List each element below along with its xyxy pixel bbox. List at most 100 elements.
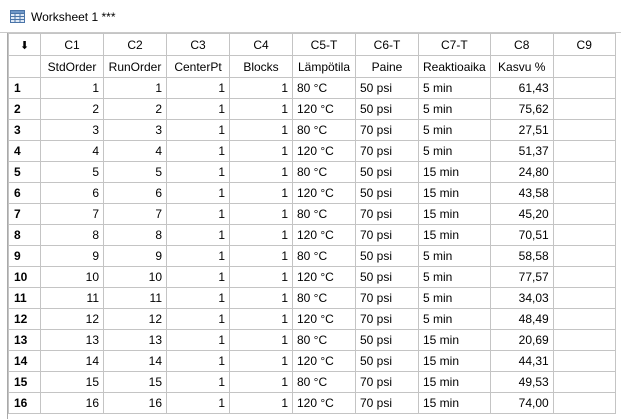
data-cell[interactable]: 1 bbox=[166, 224, 230, 246]
worksheet-title-bar[interactable]: Worksheet 1 *** bbox=[0, 0, 621, 33]
row-number-header[interactable]: 15 bbox=[8, 371, 41, 393]
data-cell[interactable]: 15 min bbox=[418, 392, 491, 414]
column-id-header[interactable]: C5-T bbox=[292, 33, 356, 56]
data-cell[interactable]: 1 bbox=[229, 77, 293, 99]
data-cell[interactable]: 80 °C bbox=[292, 119, 356, 141]
data-cell[interactable]: 5 bbox=[40, 161, 104, 183]
data-cell[interactable]: 50 psi bbox=[355, 98, 419, 120]
data-cell[interactable]: 14 bbox=[103, 350, 167, 372]
data-cell[interactable]: 9 bbox=[103, 245, 167, 267]
column-id-header[interactable]: C2 bbox=[103, 33, 167, 56]
data-cell[interactable]: 120 °C bbox=[292, 350, 356, 372]
data-cell[interactable]: 1 bbox=[166, 161, 230, 183]
row-number-header[interactable]: 5 bbox=[8, 161, 41, 183]
data-cell[interactable]: 15 min bbox=[418, 371, 491, 393]
column-id-header[interactable]: C3 bbox=[166, 33, 230, 56]
column-name-header[interactable]: RunOrder bbox=[103, 55, 167, 78]
column-id-header[interactable]: C7-T bbox=[418, 33, 491, 56]
data-cell[interactable]: 50 psi bbox=[355, 182, 419, 204]
data-cell[interactable]: 1 bbox=[229, 119, 293, 141]
row-number-header[interactable]: 9 bbox=[8, 245, 41, 267]
data-cell[interactable]: 1 bbox=[166, 371, 230, 393]
data-cell[interactable]: 1 bbox=[166, 392, 230, 414]
data-cell[interactable] bbox=[552, 161, 616, 183]
data-cell[interactable]: 80 °C bbox=[292, 77, 356, 99]
data-cell[interactable]: 9 bbox=[40, 245, 104, 267]
data-cell[interactable]: 2 bbox=[40, 98, 104, 120]
data-cell[interactable]: 1 bbox=[166, 182, 230, 204]
data-cell[interactable]: 77,57 bbox=[489, 266, 554, 288]
data-cell[interactable]: 12 bbox=[103, 308, 167, 330]
data-cell[interactable]: 1 bbox=[166, 266, 230, 288]
data-cell[interactable]: 7 bbox=[40, 203, 104, 225]
column-id-header[interactable]: C1 bbox=[40, 33, 104, 56]
data-cell[interactable]: 10 bbox=[103, 266, 167, 288]
data-cell[interactable]: 120 °C bbox=[292, 392, 356, 414]
data-cell[interactable]: 3 bbox=[40, 119, 104, 141]
data-cell[interactable]: 1 bbox=[166, 119, 230, 141]
row-number-header[interactable]: 4 bbox=[8, 140, 41, 162]
data-cell[interactable]: 5 min bbox=[418, 140, 491, 162]
data-cell[interactable]: 70 psi bbox=[355, 392, 419, 414]
data-cell[interactable]: 13 bbox=[103, 329, 167, 351]
data-cell[interactable]: 5 min bbox=[418, 308, 491, 330]
data-cell[interactable]: 5 min bbox=[418, 245, 491, 267]
data-cell[interactable]: 15 min bbox=[418, 329, 491, 351]
data-cell[interactable]: 1 bbox=[229, 329, 293, 351]
data-cell[interactable]: 50 psi bbox=[355, 77, 419, 99]
row-number-header[interactable]: 7 bbox=[8, 203, 41, 225]
data-cell[interactable]: 80 °C bbox=[292, 287, 356, 309]
data-cell[interactable]: 1 bbox=[229, 371, 293, 393]
column-name-header[interactable]: Blocks bbox=[229, 55, 293, 78]
data-cell[interactable]: 50 psi bbox=[355, 245, 419, 267]
data-cell[interactable]: 70 psi bbox=[355, 371, 419, 393]
data-cell[interactable]: 4 bbox=[103, 140, 167, 162]
row-number-header[interactable]: 8 bbox=[8, 224, 41, 246]
data-cell[interactable] bbox=[552, 308, 616, 330]
data-cell[interactable]: 45,20 bbox=[489, 203, 554, 225]
data-cell[interactable]: 1 bbox=[166, 203, 230, 225]
data-cell[interactable]: 1 bbox=[166, 308, 230, 330]
row-number-header[interactable]: 2 bbox=[8, 98, 41, 120]
row-number-header[interactable]: 3 bbox=[8, 119, 41, 141]
data-cell[interactable] bbox=[552, 119, 616, 141]
data-cell[interactable]: 80 °C bbox=[292, 161, 356, 183]
data-cell[interactable]: 6 bbox=[103, 182, 167, 204]
data-cell[interactable]: 70 psi bbox=[355, 308, 419, 330]
data-cell[interactable]: 80 °C bbox=[292, 203, 356, 225]
data-cell[interactable]: 5 min bbox=[418, 77, 491, 99]
column-name-header[interactable] bbox=[552, 55, 616, 78]
data-cell[interactable]: 4 bbox=[40, 140, 104, 162]
data-cell[interactable]: 80 °C bbox=[292, 371, 356, 393]
data-cell[interactable]: 75,62 bbox=[489, 98, 554, 120]
data-cell[interactable]: 15 bbox=[103, 371, 167, 393]
data-cell[interactable]: 51,37 bbox=[489, 140, 554, 162]
data-cell[interactable]: 70 psi bbox=[355, 140, 419, 162]
row-number-header[interactable]: 14 bbox=[8, 350, 41, 372]
data-cell[interactable]: 34,03 bbox=[489, 287, 554, 309]
data-cell[interactable]: 58,58 bbox=[489, 245, 554, 267]
data-cell[interactable] bbox=[552, 182, 616, 204]
data-cell[interactable]: 120 °C bbox=[292, 308, 356, 330]
data-cell[interactable]: 70 psi bbox=[355, 224, 419, 246]
data-cell[interactable]: 10 bbox=[40, 266, 104, 288]
data-cell[interactable]: 1 bbox=[40, 77, 104, 99]
column-name-header[interactable]: Kasvu % bbox=[489, 55, 554, 78]
data-cell[interactable]: 20,69 bbox=[489, 329, 554, 351]
data-cell[interactable]: 120 °C bbox=[292, 266, 356, 288]
data-cell[interactable]: 80 °C bbox=[292, 245, 356, 267]
data-cell[interactable]: 120 °C bbox=[292, 140, 356, 162]
data-cell[interactable]: 7 bbox=[103, 203, 167, 225]
data-cell[interactable]: 1 bbox=[166, 77, 230, 99]
data-cell[interactable]: 16 bbox=[40, 392, 104, 414]
column-name-header[interactable]: Paine bbox=[355, 55, 419, 78]
row-number-header[interactable]: 11 bbox=[8, 287, 41, 309]
data-cell[interactable]: 61,43 bbox=[489, 77, 554, 99]
data-cell[interactable] bbox=[552, 329, 616, 351]
row-number-header[interactable]: 1 bbox=[8, 77, 41, 99]
data-cell[interactable]: 43,58 bbox=[489, 182, 554, 204]
data-cell[interactable]: 1 bbox=[166, 329, 230, 351]
data-cell[interactable]: 24,80 bbox=[489, 161, 554, 183]
data-cell[interactable]: 5 min bbox=[418, 98, 491, 120]
data-cell[interactable]: 49,53 bbox=[489, 371, 554, 393]
